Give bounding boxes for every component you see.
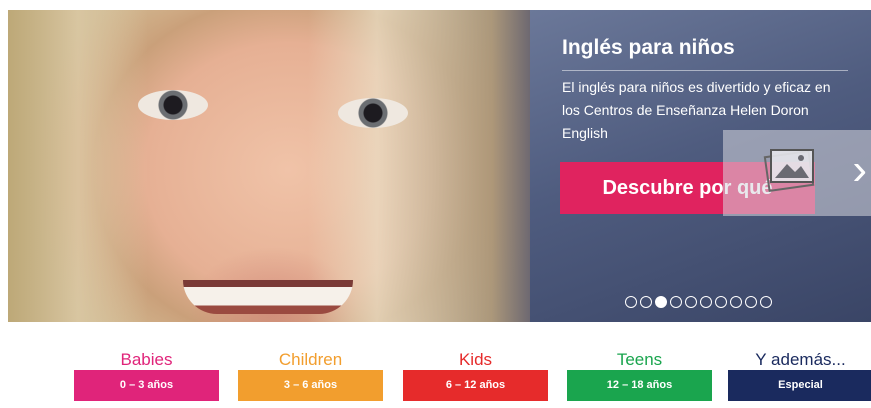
slide-dot[interactable]	[655, 296, 667, 308]
hero-photo	[8, 10, 538, 322]
slider-control-overlay[interactable]: ›	[723, 130, 871, 216]
slide-dot[interactable]	[625, 296, 637, 308]
category-kids: Kids 6 – 12 años	[403, 350, 548, 401]
slide-dot[interactable]	[745, 296, 757, 308]
category-label: Teens	[616, 350, 663, 369]
category-special: Y además... Especial	[728, 350, 871, 401]
image-icon	[763, 149, 815, 193]
slide-dot[interactable]	[685, 296, 697, 308]
category-label: Babies	[120, 350, 173, 369]
category-babies: Babies 0 – 3 años	[74, 350, 219, 401]
hero-banner: Inglés para niños El inglés para niños e…	[8, 10, 871, 322]
smile	[183, 280, 353, 314]
category-label: Kids	[458, 350, 493, 369]
slide-dot[interactable]	[730, 296, 742, 308]
category-label: Y además...	[755, 350, 846, 369]
promo-divider	[562, 70, 848, 71]
slide-indicators	[625, 296, 772, 308]
promo-panel: Inglés para niños El inglés para niños e…	[530, 10, 871, 322]
category-teens: Teens 12 – 18 años	[567, 350, 712, 401]
category-button-children[interactable]: 3 – 6 años	[238, 370, 383, 401]
slide-dot[interactable]	[670, 296, 682, 308]
left-eye	[138, 90, 208, 120]
promo-title: Inglés para niños	[562, 36, 735, 59]
chevron-right-icon[interactable]: ›	[852, 148, 867, 192]
hair-right	[308, 10, 538, 322]
slide-dot[interactable]	[640, 296, 652, 308]
slide-dot[interactable]	[715, 296, 727, 308]
slide-dot[interactable]	[700, 296, 712, 308]
right-eye	[338, 98, 408, 128]
category-button-kids[interactable]: 6 – 12 años	[403, 370, 548, 401]
category-button-teens[interactable]: 12 – 18 años	[567, 370, 712, 401]
hair-left	[8, 10, 148, 322]
category-children: Children 3 – 6 años	[238, 350, 383, 401]
category-button-babies[interactable]: 0 – 3 años	[74, 370, 219, 401]
category-label: Children	[278, 350, 343, 369]
slide-dot[interactable]	[760, 296, 772, 308]
category-button-special[interactable]: Especial	[728, 370, 871, 401]
